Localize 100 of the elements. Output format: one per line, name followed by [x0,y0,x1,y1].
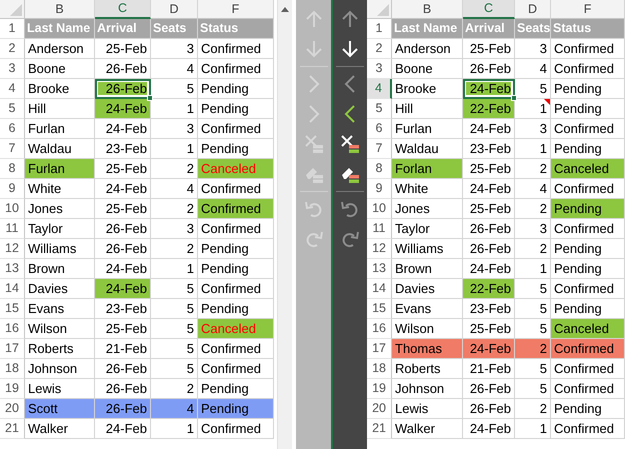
table-cell[interactable]: 24-Feb [95,279,151,299]
table-cell[interactable]: 25-Feb [95,159,151,179]
table-cell[interactable]: Pending [551,259,625,279]
column-header[interactable]: D [515,0,552,19]
table-cell[interactable]: Confirmed [198,59,274,79]
column-header[interactable]: B [25,0,95,19]
table-cell[interactable]: 2 [515,239,552,259]
column-header[interactable]: F [198,0,274,19]
table-cell[interactable]: 25-Feb [463,159,516,179]
row-header[interactable]: 8 [367,159,392,179]
table-cell[interactable]: Walker [25,419,95,439]
row-header[interactable]: 18 [367,359,392,379]
table-cell[interactable]: 24-Feb [463,339,516,359]
table-cell[interactable]: 25-Feb [95,199,151,219]
table-cell[interactable]: 1 [515,259,552,279]
table-cell[interactable]: 21-Feb [95,339,151,359]
table-cell[interactable]: 25-Feb [463,39,516,59]
table-cell[interactable]: Evans [392,299,464,319]
table-cell[interactable]: 1 [515,139,552,159]
table-cell[interactable]: Pending [198,79,274,99]
table-cell[interactable]: Confirmed [198,359,274,379]
row-header[interactable]: 7 [367,139,392,159]
table-cell[interactable]: Scott [25,399,95,419]
table-cell[interactable]: Evans [25,299,95,319]
row-header[interactable]: 2 [0,39,25,59]
table-cell[interactable]: Boone [392,59,464,79]
table-cell[interactable]: Williams [25,239,95,259]
table-cell[interactable]: 23-Feb [463,299,516,319]
table-cell[interactable]: Canceled [551,319,625,339]
row-header[interactable]: 9 [367,179,392,199]
table-cell[interactable]: 26-Feb [95,79,151,99]
row-header[interactable]: 17 [367,339,392,359]
table-cell[interactable]: Anderson [392,39,464,59]
row-header[interactable]: 6 [367,119,392,139]
table-cell[interactable]: 2 [515,399,552,419]
table-cell[interactable]: 3 [151,219,198,239]
table-cell[interactable]: Furlan [392,119,464,139]
column-header[interactable]: C [463,0,516,19]
table-cell[interactable]: Pending [551,399,625,419]
table-cell[interactable]: 5 [515,79,552,99]
row-header[interactable]: 2 [367,39,392,59]
row-header[interactable]: 9 [0,179,25,199]
row-header[interactable]: 19 [0,379,25,399]
table-cell[interactable]: 5 [151,359,198,379]
table-cell[interactable]: 23-Feb [95,299,151,319]
column-header[interactable]: C [95,0,151,19]
table-cell[interactable]: 5 [151,79,198,99]
row-header[interactable]: 11 [0,219,25,239]
table-cell[interactable]: 24-Feb [463,179,516,199]
row-header[interactable]: 20 [0,399,25,419]
table-cell[interactable]: 26-Feb [95,359,151,379]
row-header[interactable]: 1 [367,19,392,39]
row-header[interactable]: 21 [367,419,392,439]
table-cell[interactable]: 26-Feb [463,399,516,419]
row-header[interactable]: 13 [367,259,392,279]
table-cell[interactable]: 5 [151,279,198,299]
row-header[interactable]: 3 [0,59,25,79]
row-header[interactable]: 4 [367,79,392,99]
row-header[interactable]: 12 [367,239,392,259]
table-cell[interactable]: Confirmed [198,39,274,59]
table-cell[interactable]: Confirmed [551,39,625,59]
table-cell[interactable]: Confirmed [198,119,274,139]
table-cell[interactable]: 1 [151,419,198,439]
table-cell[interactable]: 24-Feb [463,419,516,439]
table-cell[interactable]: Confirmed [198,279,274,299]
column-header[interactable]: D [151,0,198,19]
table-cell[interactable]: Confirmed [198,219,274,239]
table-cell[interactable]: 2 [515,339,552,359]
row-header[interactable]: 17 [0,339,25,359]
table-cell[interactable]: Brown [392,259,464,279]
table-cell[interactable]: Confirmed [551,119,625,139]
table-cell[interactable]: 3 [151,39,198,59]
table-cell[interactable]: 5 [515,279,552,299]
row-header[interactable]: 5 [367,99,392,119]
table-cell[interactable]: 26-Feb [463,239,516,259]
table-cell[interactable]: 26-Feb [95,219,151,239]
table-cell[interactable]: 23-Feb [463,139,516,159]
table-cell[interactable]: 4 [151,179,198,199]
row-header[interactable]: 13 [0,259,25,279]
table-cell[interactable]: Lewis [392,399,464,419]
table-cell[interactable]: 24-Feb [95,119,151,139]
row-header[interactable]: 3 [367,59,392,79]
table-cell[interactable]: 3 [515,219,552,239]
table-cell[interactable]: Johnson [25,359,95,379]
table-cell[interactable]: Furlan [25,159,95,179]
table-cell[interactable]: Anderson [25,39,95,59]
table-cell[interactable]: 22-Feb [463,279,516,299]
row-header[interactable]: 15 [367,299,392,319]
table-cell[interactable]: 22-Feb [463,99,516,119]
table-cell[interactable]: Confirmed [551,359,625,379]
table-cell[interactable]: 23-Feb [95,139,151,159]
table-cell[interactable]: 25-Feb [95,319,151,339]
row-header[interactable]: 12 [0,239,25,259]
table-cell[interactable]: 1 [515,99,552,119]
table-cell[interactable]: White [25,179,95,199]
table-cell[interactable]: 1 [515,419,552,439]
table-cell[interactable]: 2 [151,239,198,259]
column-header[interactable]: B [392,0,464,19]
table-cell[interactable]: 4 [151,59,198,79]
table-cell[interactable]: Confirmed [551,219,625,239]
